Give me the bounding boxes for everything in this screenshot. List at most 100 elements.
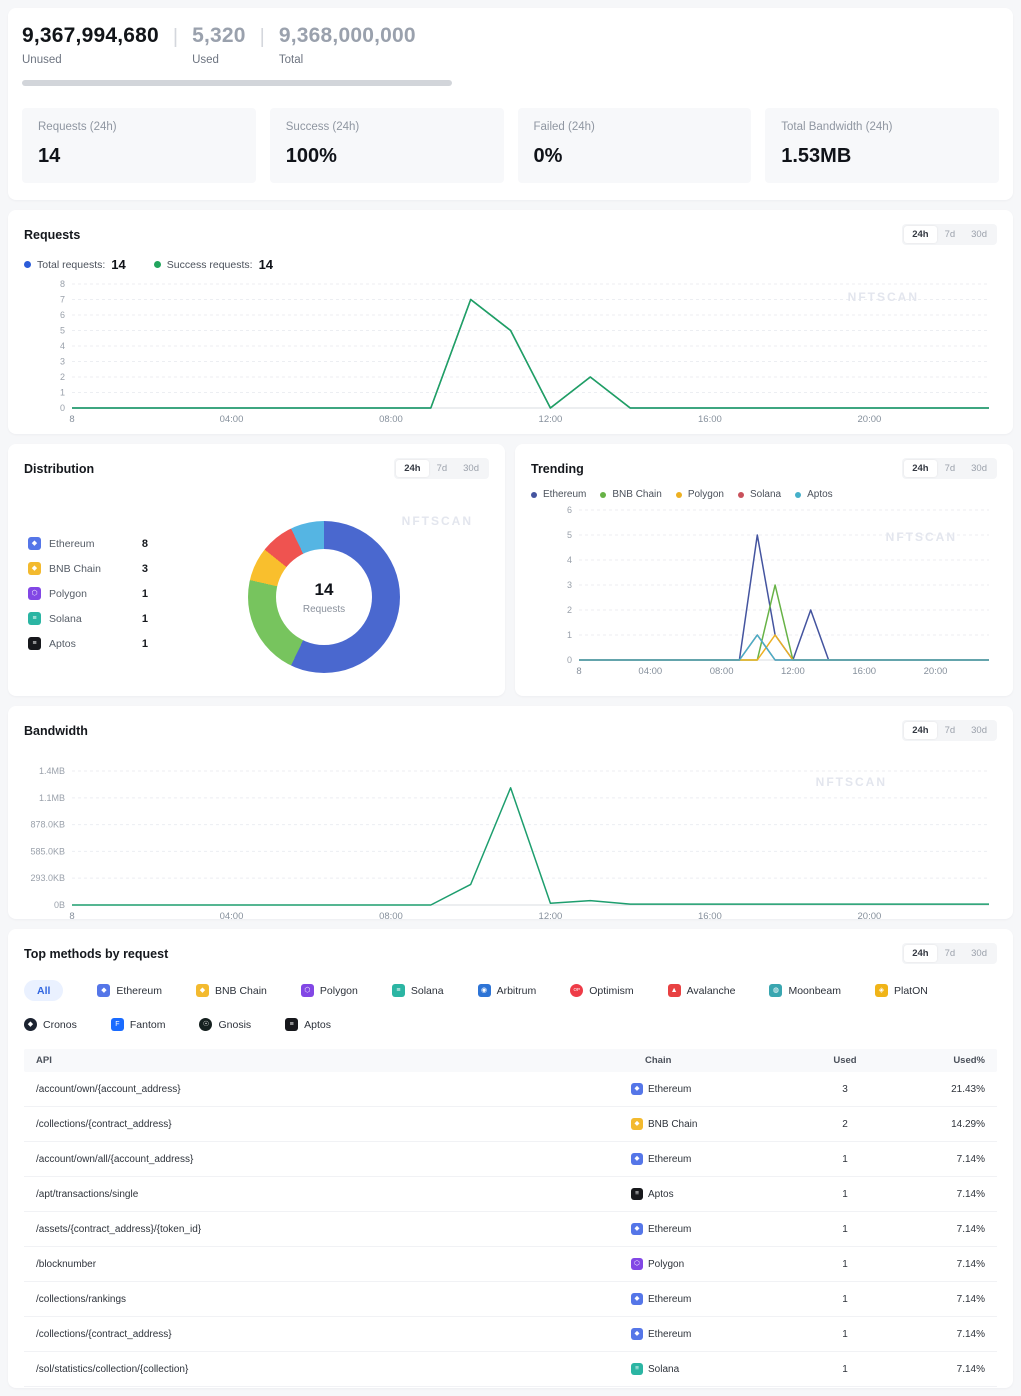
tab-30d[interactable]: 30d: [963, 226, 995, 243]
svg-text:0: 0: [60, 403, 65, 413]
table-row: /apt/transactions/single≡Aptos17.14%: [24, 1177, 997, 1212]
svg-text:293.0KB: 293.0KB: [30, 873, 65, 883]
filter-chip-cronos[interactable]: ◆Cronos: [24, 1014, 77, 1035]
svg-text:1: 1: [567, 630, 572, 640]
filter-chip-avalanche[interactable]: ▲Avalanche: [668, 980, 736, 1001]
series-total-requests: [72, 300, 989, 409]
nftscan-watermark: NFTSCAN: [886, 530, 957, 544]
solana-icon: ≡: [631, 1363, 643, 1375]
trending-legend-item: Ethereum: [531, 489, 586, 500]
used-count: 3: [785, 1084, 905, 1095]
filter-chip-solana[interactable]: ≡Solana: [392, 980, 444, 1001]
tab-24h[interactable]: 24h: [904, 945, 936, 962]
tab-7d[interactable]: 7d: [937, 460, 964, 477]
table-row: /collections/{contract_address}◆Ethereum…: [24, 1317, 997, 1352]
usage-summary-card: 9,367,994,680 Unused | 5,320 Used | 9,36…: [8, 8, 1013, 200]
arbitrum-icon: ◉: [478, 984, 491, 997]
filter-chip-aptos[interactable]: ≡Aptos: [285, 1014, 331, 1035]
filter-chip-polygon[interactable]: ⬡Polygon: [301, 980, 358, 1001]
svg-text:1: 1: [60, 388, 65, 398]
tab-24h[interactable]: 24h: [904, 722, 936, 739]
filter-chip-bnb-chain[interactable]: ◆BNB Chain: [196, 980, 267, 1001]
chain-request-count: 3: [142, 563, 148, 575]
used-group: 5,320 Used: [192, 24, 246, 66]
separator: |: [260, 24, 265, 50]
filter-chip-label: All: [37, 985, 50, 997]
tab-30d[interactable]: 30d: [455, 460, 487, 477]
middle-row: Distribution 24h7d30d NFTSCAN ◆Ethereum8…: [8, 444, 1013, 696]
legend-label: Ethereum: [543, 489, 586, 500]
svg-text:1.1MB: 1.1MB: [39, 793, 65, 803]
used-count: 1: [785, 1259, 905, 1270]
api-path: /collections/{contract_address}: [36, 1119, 605, 1130]
chain-filter-chips: All ◆Ethereum ◆BNB Chain ⬡Polygon ≡Solana ◉Ar…: [24, 980, 997, 1035]
fantom-icon: F: [111, 1018, 124, 1031]
legend-dot: [676, 492, 682, 498]
stat-card-value: 1.53MB: [781, 145, 983, 168]
svg-text:12:00: 12:00: [781, 666, 805, 677]
table-row: /collections/rankings◆Ethereum17.14%: [24, 1282, 997, 1317]
tab-7d[interactable]: 7d: [937, 226, 964, 243]
filter-chip-all[interactable]: All: [24, 980, 63, 1001]
used-count: 1: [785, 1364, 905, 1375]
tab-24h[interactable]: 24h: [904, 226, 936, 243]
filter-chip-arbitrum[interactable]: ◉Arbitrum: [478, 980, 537, 1001]
used-percent: 7.14%: [905, 1259, 985, 1270]
tab-7d[interactable]: 7d: [429, 460, 456, 477]
chain-name: Ethereum: [648, 1154, 691, 1165]
svg-text:04:00: 04:00: [638, 666, 662, 677]
aptos-icon: ≡: [631, 1188, 643, 1200]
requests-legend: Total requests:14Success requests:14: [24, 257, 997, 272]
filter-chip-optimism[interactable]: OPOptimism: [570, 980, 633, 1001]
methods-time-tabs: 24h7d30d: [902, 943, 997, 964]
filter-chip-label: Polygon: [320, 985, 358, 997]
distribution-body: ◆Ethereum8◆BNB Chain3⬡Polygon1≡Solana1≡A…: [24, 519, 489, 673]
bandwidth-panel: Bandwidth 24h7d30d NFTSCAN 0B293.0KB585.…: [8, 706, 1013, 919]
chain-name: BNB Chain: [648, 1119, 697, 1130]
chain-name: Ethereum: [648, 1224, 691, 1235]
used-count: 2: [785, 1119, 905, 1130]
chain-cell: ⬡Polygon: [605, 1258, 785, 1270]
chain-cell: ≡Solana: [605, 1363, 785, 1375]
legend-dot: [738, 492, 744, 498]
tab-30d[interactable]: 30d: [963, 722, 995, 739]
legend-item: Total requests:14: [24, 257, 126, 272]
svg-text:12:00: 12:00: [539, 414, 563, 425]
tab-30d[interactable]: 30d: [963, 460, 995, 477]
solana-icon: ≡: [28, 612, 41, 625]
svg-text:08:00: 08:00: [379, 414, 403, 425]
tab-24h[interactable]: 24h: [396, 460, 428, 477]
filter-chip-label: Moonbeam: [788, 985, 841, 997]
api-path: /account/own/{account_address}: [36, 1084, 605, 1095]
filter-chip-platon[interactable]: ◈PlatON: [875, 980, 928, 1001]
bnb-chain-icon: ◆: [28, 562, 41, 575]
series-success-requests: [72, 300, 989, 409]
nftscan-watermark: NFTSCAN: [402, 514, 473, 528]
stat-card-label: Failed (24h): [534, 121, 736, 133]
tab-30d[interactable]: 30d: [963, 945, 995, 962]
filter-chip-ethereum[interactable]: ◆Ethereum: [97, 980, 162, 1001]
used-percent: 21.43%: [905, 1084, 985, 1095]
stat-card-value: 14: [38, 145, 240, 168]
chain-cell: ◆Ethereum: [605, 1293, 785, 1305]
legend-dot: [154, 261, 161, 268]
bnb-chain-icon: ◆: [631, 1118, 643, 1130]
chain-request-count: 1: [142, 638, 148, 650]
trending-legend-item: Polygon: [676, 489, 724, 500]
svg-text:8: 8: [69, 414, 74, 425]
methods-table: APIChainUsedUsed% /account/own/{account_…: [24, 1049, 997, 1388]
svg-text:20:00: 20:00: [858, 414, 882, 425]
filter-chip-moonbeam[interactable]: ◍Moonbeam: [769, 980, 841, 1001]
table-row: /account/own/all/{account_address}◆Ether…: [24, 1142, 997, 1177]
chain-request-count: 8: [142, 538, 148, 550]
stat-card-label: Total Bandwidth (24h): [781, 121, 983, 133]
chain-name: Ethereum: [49, 538, 95, 550]
tab-24h[interactable]: 24h: [904, 460, 936, 477]
tab-7d[interactable]: 7d: [937, 945, 964, 962]
filter-chip-fantom[interactable]: FFantom: [111, 1014, 166, 1035]
ethereum-icon: ◆: [97, 984, 110, 997]
nftscan-watermark: NFTSCAN: [816, 775, 887, 789]
filter-chip-gnosis[interactable]: ☉Gnosis: [199, 1014, 251, 1035]
tab-7d[interactable]: 7d: [937, 722, 964, 739]
filter-chip-label: Avalanche: [687, 985, 736, 997]
